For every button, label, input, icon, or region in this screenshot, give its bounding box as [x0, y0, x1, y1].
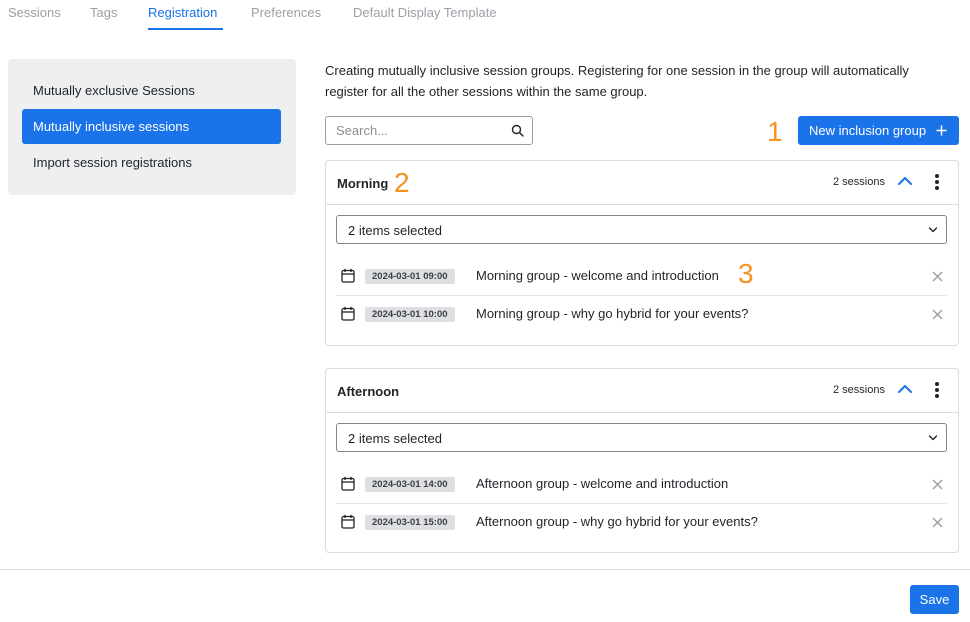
session-count: 2 sessions [833, 384, 885, 396]
inclusion-group-morning: Morning 2 2 sessions 2 items selected 20… [325, 160, 959, 346]
chevron-down-icon [928, 435, 938, 441]
tab-preferences[interactable]: Preferences [251, 5, 321, 20]
sidebar-item-mutually-inclusive[interactable]: Mutually inclusive sessions [22, 109, 281, 144]
session-date-badge: 2024-03-01 09:00 [365, 269, 455, 284]
group-header: Afternoon 2 sessions [326, 369, 958, 413]
session-date-badge: 2024-03-01 14:00 [365, 477, 455, 492]
more-options-kebab-icon[interactable] [930, 172, 944, 192]
session-count: 2 sessions [833, 176, 885, 188]
calendar-icon [341, 514, 355, 529]
session-row: 2024-03-01 14:00 Afternoon group - welco… [336, 466, 947, 504]
plus-icon [936, 125, 947, 136]
collapse-chevron-up-icon[interactable] [897, 174, 913, 188]
new-inclusion-group-button[interactable]: New inclusion group [798, 116, 959, 145]
remove-session-close-icon[interactable] [932, 271, 943, 282]
group-name: Morning [337, 176, 389, 191]
sessions-select-value: 2 items selected [348, 223, 442, 238]
sidebar: Mutually exclusive Sessions Mutually inc… [8, 59, 296, 195]
search-box [325, 116, 533, 145]
session-row: 2024-03-01 09:00 Morning group - welcome… [336, 258, 947, 296]
sessions-select[interactable]: 2 items selected [336, 423, 947, 452]
sidebar-item-mutually-exclusive[interactable]: Mutually exclusive Sessions [22, 73, 281, 108]
annotation-marker-2: 2 [394, 167, 410, 198]
session-title: Afternoon group - welcome and introducti… [476, 476, 729, 491]
calendar-icon [341, 268, 355, 283]
tab-registration[interactable]: Registration [148, 5, 217, 20]
session-date-badge: 2024-03-01 10:00 [365, 307, 455, 322]
session-row: 2024-03-01 10:00 Morning group - why go … [336, 296, 947, 334]
new-inclusion-group-label: New inclusion group [809, 123, 927, 138]
group-header: Morning 2 2 sessions [326, 161, 958, 205]
sessions-select[interactable]: 2 items selected [336, 215, 947, 244]
remove-session-close-icon[interactable] [932, 309, 943, 320]
footer-divider [0, 569, 970, 570]
tab-tags[interactable]: Tags [90, 5, 117, 20]
session-date-badge: 2024-03-01 15:00 [365, 515, 455, 530]
group-name: Afternoon [337, 384, 400, 399]
session-title: Afternoon group - why go hybrid for your… [476, 514, 758, 529]
tab-default-display-template[interactable]: Default Display Template [353, 5, 497, 20]
remove-session-close-icon[interactable] [932, 479, 943, 490]
more-options-kebab-icon[interactable] [930, 380, 944, 400]
calendar-icon [341, 476, 355, 491]
page-description: Creating mutually inclusive session grou… [325, 63, 909, 99]
search-input[interactable] [336, 117, 506, 144]
session-title: Morning group - welcome and introduction [476, 268, 719, 283]
annotation-marker-3: 3 [738, 258, 754, 289]
session-row: 2024-03-01 15:00 Afternoon group - why g… [336, 504, 947, 542]
active-tab-indicator [148, 28, 223, 30]
tab-sessions[interactable]: Sessions [8, 5, 61, 20]
inclusion-group-afternoon: Afternoon 2 sessions 2 items selected 20… [325, 368, 959, 553]
search-icon[interactable] [511, 124, 524, 137]
session-title: Morning group - why go hybrid for your e… [476, 306, 749, 321]
remove-session-close-icon[interactable] [932, 517, 943, 528]
chevron-down-icon [928, 227, 938, 233]
collapse-chevron-up-icon[interactable] [897, 382, 913, 396]
annotation-marker-1: 1 [767, 116, 783, 147]
sessions-select-value: 2 items selected [348, 431, 442, 446]
calendar-icon [341, 306, 355, 321]
sidebar-item-import-registrations[interactable]: Import session registrations [22, 145, 281, 180]
save-button[interactable]: Save [910, 585, 959, 614]
